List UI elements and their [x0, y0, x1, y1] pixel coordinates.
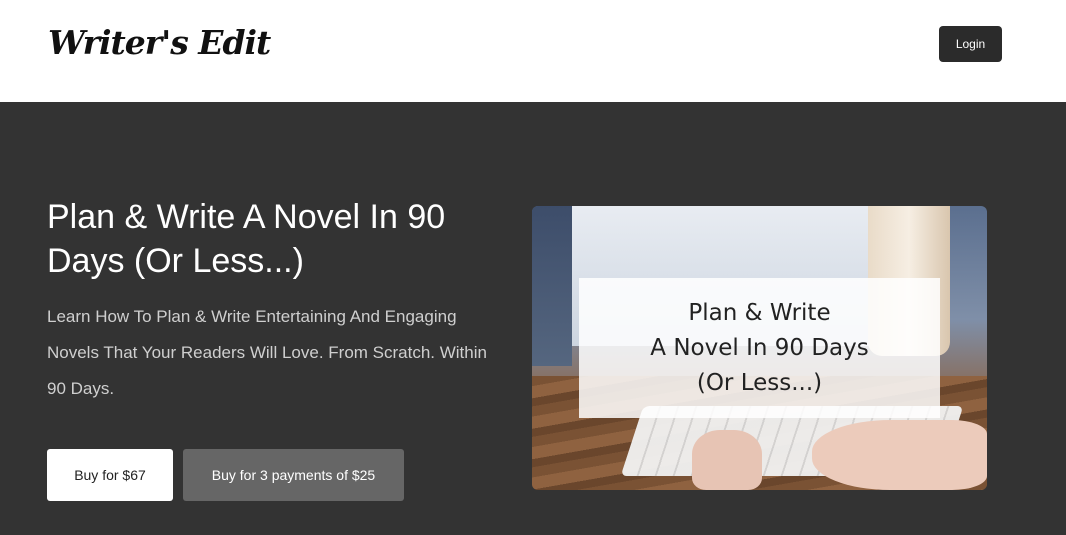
buy-full-price-button[interactable]: Buy for $67 — [47, 449, 173, 501]
promo-line-2: A Novel In 90 Days — [650, 334, 869, 361]
promo-text-overlay: Plan & Write A Novel In 90 Days (Or Less… — [579, 278, 940, 418]
promo-line-1: Plan & Write — [688, 299, 831, 326]
course-subtitle: Learn How To Plan & Write Entertaining A… — [47, 307, 487, 398]
course-promo-image: Plan & Write A Novel In 90 Days (Or Less… — [532, 206, 987, 490]
promo-line-3: (Or Less...) — [696, 369, 823, 396]
site-logo[interactable]: Writer's Edit — [48, 18, 271, 68]
right-hand — [812, 420, 987, 490]
apple-logo-icon — [666, 236, 688, 262]
course-title: Plan & Write A Novel In 90 Days (Or Less… — [47, 198, 446, 280]
site-header: Writer's Edit Login — [0, 0, 1066, 102]
hero-section: Plan & Write A Novel In 90 Days (Or Less… — [0, 102, 1066, 535]
buy-installments-button[interactable]: Buy for 3 payments of $25 — [183, 449, 404, 501]
monitor-edge — [532, 206, 572, 366]
left-hand — [692, 430, 762, 490]
login-button[interactable]: Login — [939, 26, 1002, 62]
